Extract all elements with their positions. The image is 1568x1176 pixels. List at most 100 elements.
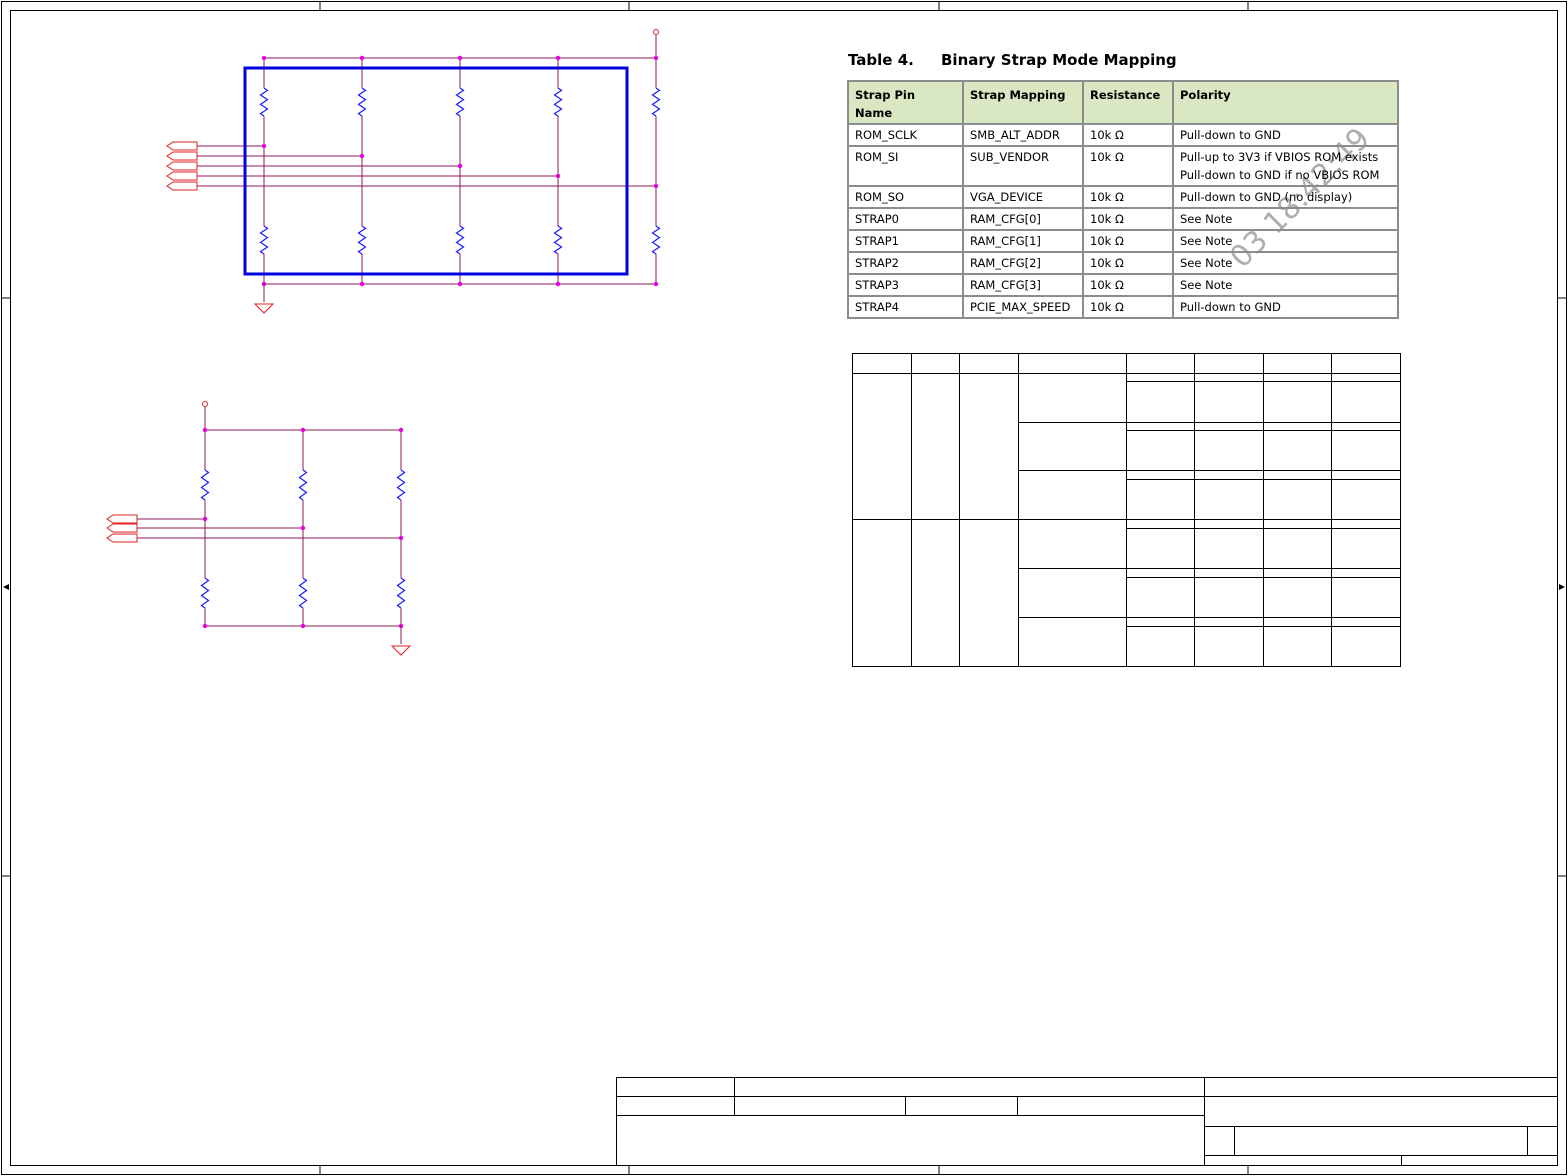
junction-dot [398, 535, 404, 541]
port-icon [166, 171, 198, 181]
table-row: STRAP1 RAM_CFG[1] 10k Ω See Note [847, 229, 1399, 253]
resistor-icon [396, 469, 406, 501]
selection-box[interactable] [243, 66, 629, 276]
junction-dot [653, 55, 659, 61]
cell-strap-pin: STRAP4 [847, 295, 964, 319]
config-grid-table [852, 353, 1401, 667]
power-pin-icon [653, 29, 659, 35]
resistor-icon [200, 469, 210, 501]
cell-resistance: 10k Ω [1082, 123, 1174, 147]
cell-resistance: 10k Ω [1082, 273, 1174, 297]
resistor-icon [553, 87, 563, 117]
cell-polarity: See Note [1172, 251, 1399, 275]
ground-icon [253, 303, 275, 314]
junction-dot [555, 281, 561, 287]
polarity-line: See Note [1180, 234, 1233, 248]
polarity-line: See Note [1180, 212, 1233, 226]
junction-dot [202, 516, 208, 522]
cell-strap-pin: STRAP2 [847, 251, 964, 275]
header-strap-pin-name: Strap Pin Name [847, 80, 964, 125]
cell-strap-pin: ROM_SO [847, 185, 964, 209]
resistor-icon [651, 87, 661, 117]
table-header-row: Strap Pin Name Strap Mapping Resistance … [847, 80, 1399, 125]
table-caption-number: Table 4. [848, 51, 914, 69]
cell-strap-mapping: PCIE_MAX_SPEED [962, 295, 1084, 319]
cell-polarity: See Note [1172, 273, 1399, 297]
lower-strap-network [106, 401, 412, 656]
header-resistance: Resistance [1082, 80, 1174, 125]
table-row: STRAP3 RAM_CFG[3] 10k Ω See Note [847, 273, 1399, 297]
cell-strap-mapping: SUB_VENDOR [962, 145, 1084, 187]
junction-dot [202, 427, 208, 433]
cell-strap-pin: STRAP0 [847, 207, 964, 231]
junction-dot [300, 623, 306, 629]
table-row: STRAP2 RAM_CFG[2] 10k Ω See Note [847, 251, 1399, 275]
junction-dot [261, 143, 267, 149]
title-block [616, 1077, 1558, 1166]
port-icon [106, 523, 138, 533]
cell-resistance: 10k Ω [1082, 295, 1174, 319]
cell-polarity: Pull-up to 3V3 if VBIOS ROM exists Pull-d… [1172, 145, 1399, 187]
junction-dot [359, 281, 365, 287]
table-row: ROM_SO VGA_DEVICE 10k Ω Pull-down to GND (n… [847, 185, 1399, 209]
cell-strap-mapping: RAM_CFG[0] [962, 207, 1084, 231]
junction-dot [555, 55, 561, 61]
resistor-icon [553, 225, 563, 255]
cell-resistance: 10k Ω [1082, 251, 1174, 275]
resistor-icon [259, 225, 269, 255]
cell-resistance: 10k Ω [1082, 145, 1174, 187]
table-caption: Table 4. Binary Strap Mode Mapping [848, 51, 1177, 69]
cell-strap-pin: ROM_SCLK [847, 123, 964, 147]
cell-resistance: 10k Ω [1082, 229, 1174, 253]
strap-mode-table: Strap Pin Name Strap Mapping Resistance … [847, 80, 1399, 319]
junction-dot [653, 281, 659, 287]
table-row: STRAP4 PCIE_MAX_SPEED 10k Ω Pull-down to GN… [847, 295, 1399, 319]
resistor-icon [357, 225, 367, 255]
resistor-icon [651, 225, 661, 255]
port-icon [106, 533, 138, 543]
cell-polarity: Pull-down to GND [1172, 295, 1399, 319]
table-row: ROM_SI SUB_VENDOR 10k Ω Pull-up to 3V3 if V… [847, 145, 1399, 187]
cell-strap-pin: STRAP1 [847, 229, 964, 253]
port-icon [106, 514, 138, 524]
cell-resistance: 10k Ω [1082, 207, 1174, 231]
cell-strap-mapping: RAM_CFG[2] [962, 251, 1084, 275]
junction-dot [359, 55, 365, 61]
resistor-icon [455, 225, 465, 255]
cell-resistance: 10k Ω [1082, 185, 1174, 209]
zone-arrow-right-icon [1559, 584, 1565, 590]
resistor-icon [298, 469, 308, 501]
polarity-line: See Note [1180, 256, 1233, 270]
junction-dot [398, 427, 404, 433]
power-pin-icon [202, 401, 208, 407]
port-icon [166, 181, 198, 191]
header-polarity: Polarity [1172, 80, 1399, 125]
cell-strap-mapping: SMB_ALT_ADDR [962, 123, 1084, 147]
polarity-line: Pull-down to GND [1180, 128, 1281, 142]
junction-dot [359, 153, 365, 159]
junction-dot [261, 55, 267, 61]
table-row: ROM_SCLK SMB_ALT_ADDR 10k Ω Pull-down to GN… [847, 123, 1399, 147]
polarity-line: Pull-down to GND [1180, 300, 1281, 314]
resistor-icon [259, 87, 269, 117]
cell-polarity: See Note [1172, 207, 1399, 231]
resistor-icon [396, 577, 406, 609]
zone-arrow-left-icon [3, 584, 9, 590]
junction-dot [202, 623, 208, 629]
junction-dot [555, 173, 561, 179]
cell-polarity: Pull-down to GND (no display) [1172, 185, 1399, 209]
port-icon [166, 141, 198, 151]
header-strap-mapping: Strap Mapping [962, 80, 1084, 125]
port-icon [166, 161, 198, 171]
ground-icon [390, 645, 412, 656]
resistor-icon [357, 87, 367, 117]
junction-dot [457, 281, 463, 287]
junction-dot [653, 183, 659, 189]
table-caption-title: Binary Strap Mode Mapping [941, 51, 1177, 69]
cell-polarity: Pull-down to GND [1172, 123, 1399, 147]
resistor-icon [455, 87, 465, 117]
junction-dot [457, 55, 463, 61]
polarity-line: Pull-down to GND if no VBIOS ROM [1180, 168, 1380, 182]
junction-dot [457, 163, 463, 169]
resistor-icon [298, 577, 308, 609]
